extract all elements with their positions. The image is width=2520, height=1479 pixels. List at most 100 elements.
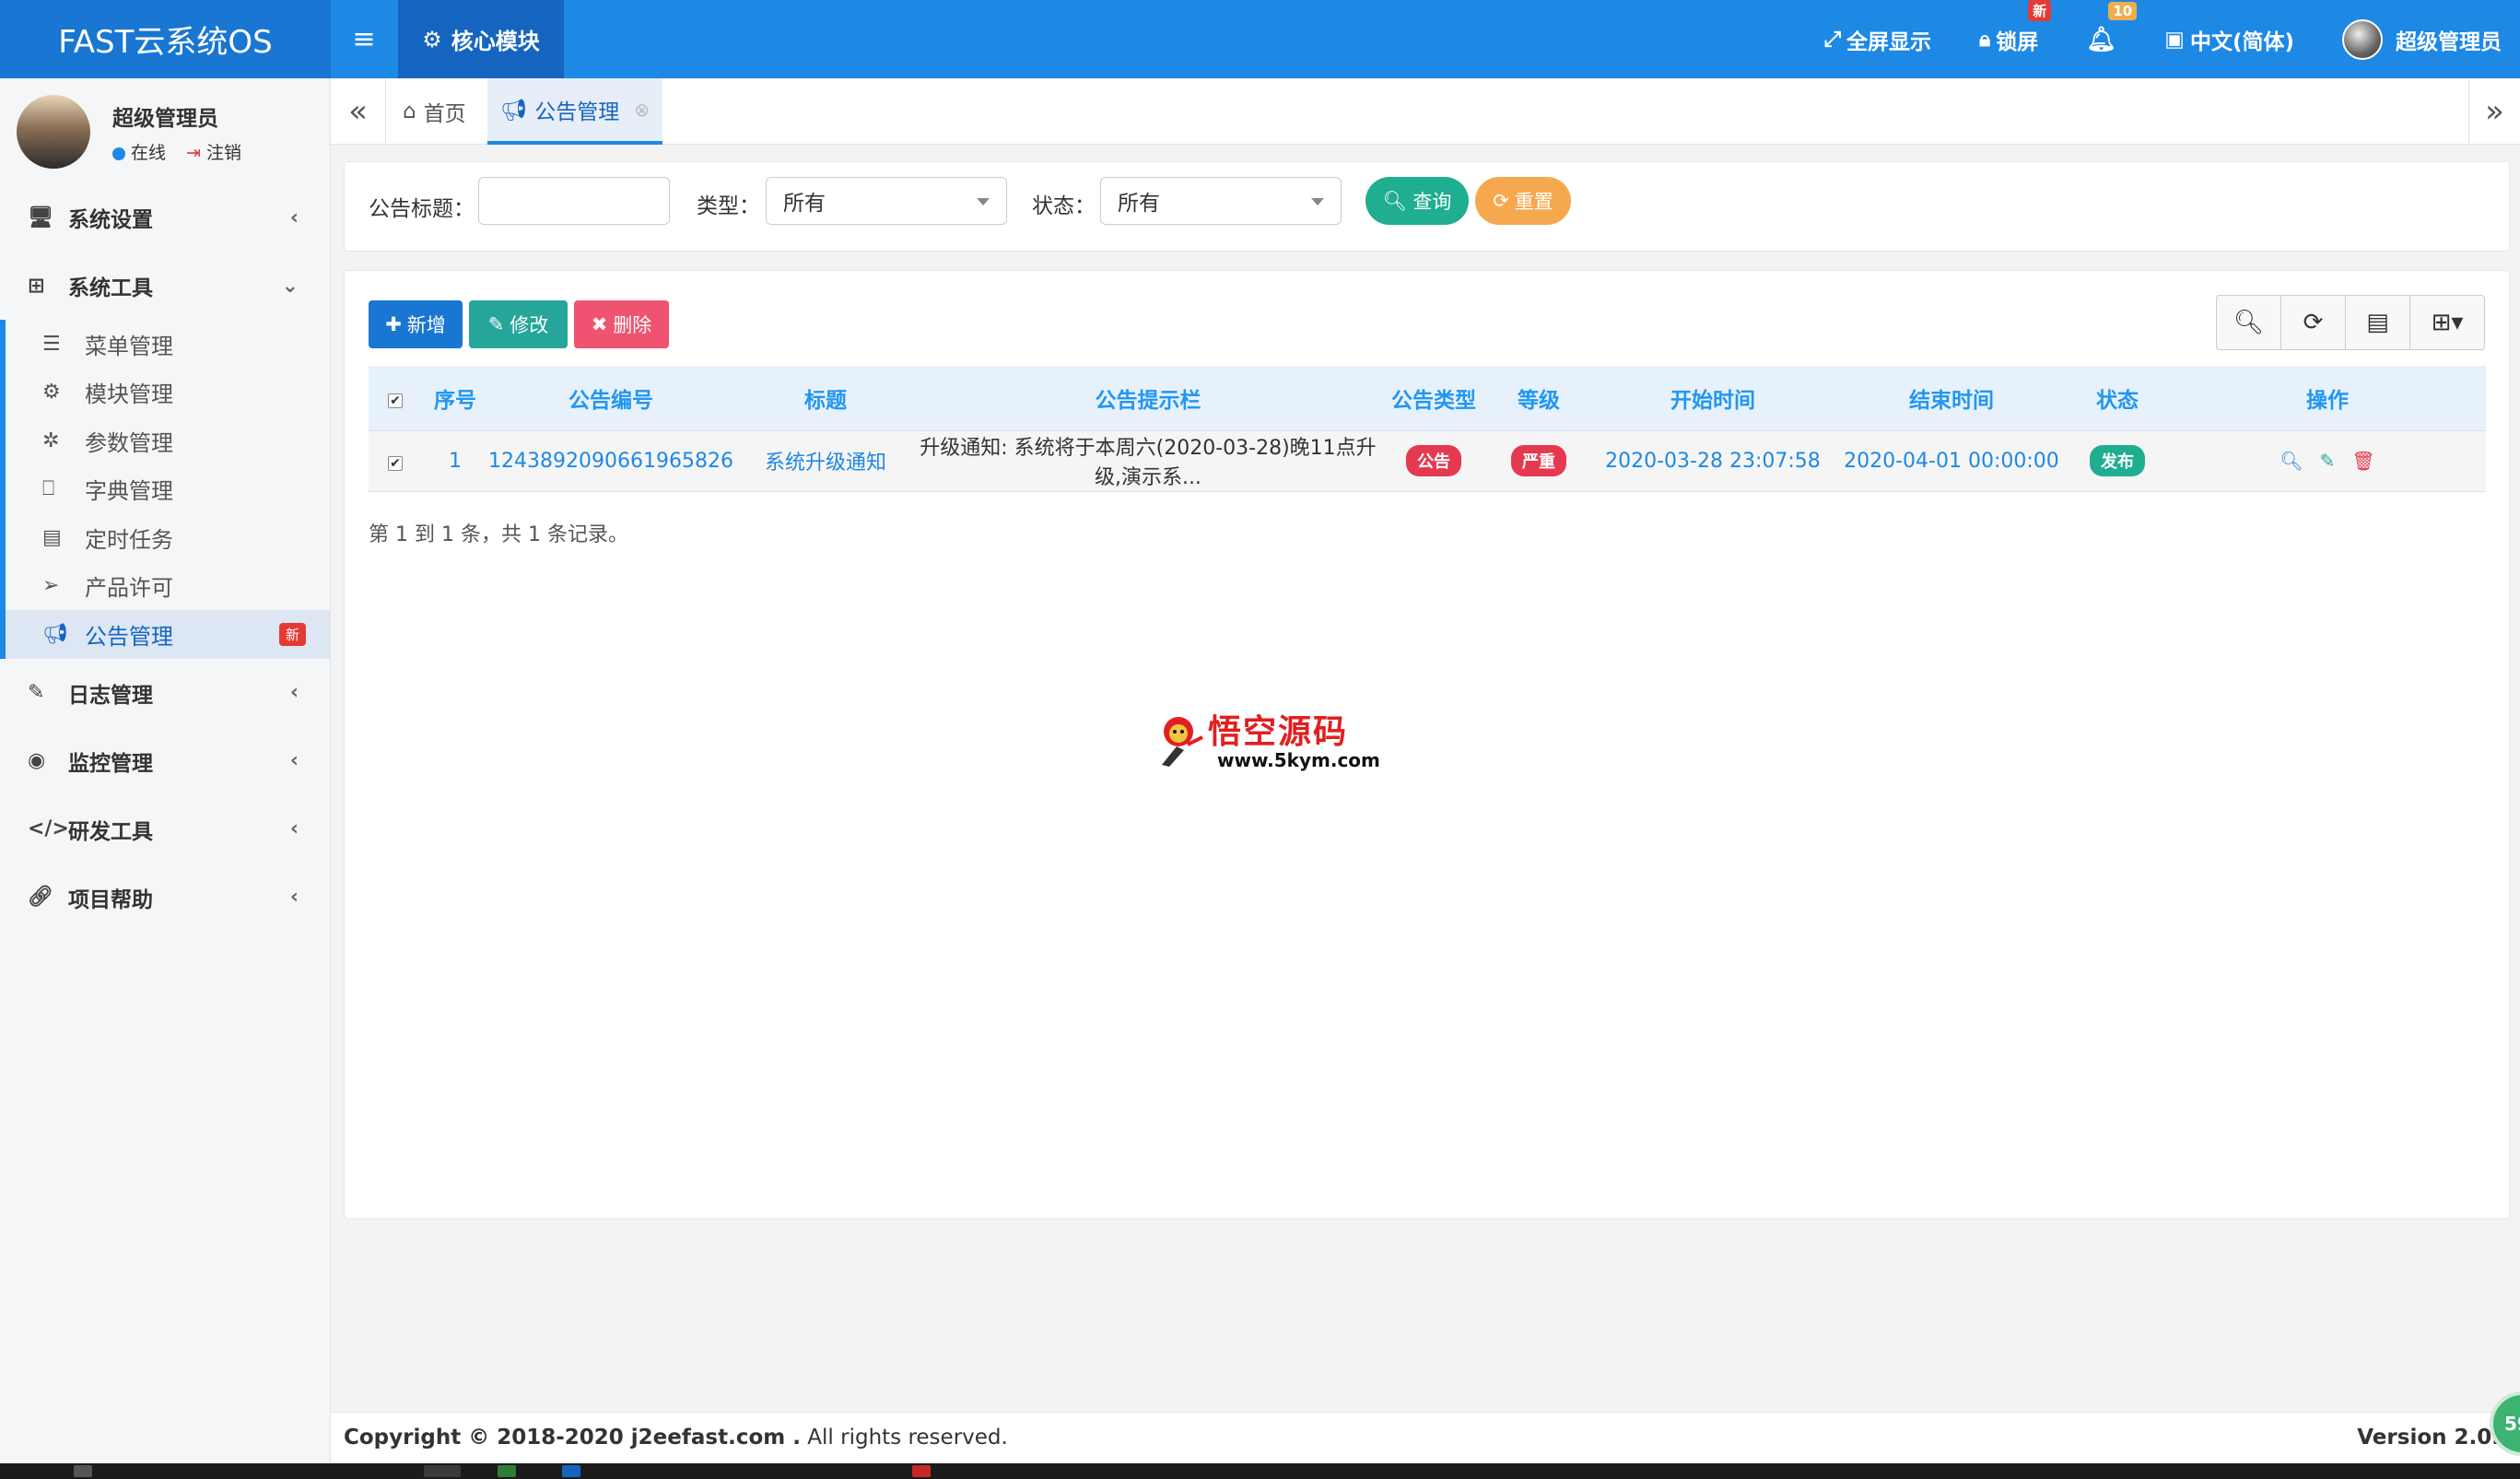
toggle-search-button[interactable]: 🔍︎ <box>2217 296 2281 349</box>
user-panel: 超级管理员 在线 ⇥ 注销 <box>0 78 330 180</box>
notice-title-link[interactable]: 系统升级通知 <box>733 429 918 492</box>
os-taskbar <box>0 1463 2520 1479</box>
user-panel-status: 在线 ⇥ 注销 <box>112 139 241 164</box>
taskbar-app-icon[interactable] <box>912 1465 931 1477</box>
row-select-cell[interactable]: ✔ <box>369 429 422 492</box>
column-header[interactable]: 公告类型 <box>1377 366 1489 430</box>
link-icon: 🔗︎ <box>28 886 53 909</box>
notice-table: ✔ 序号 公告编号 标题 公告提示栏 公告类型 等级 开始时间 结束时间 状态 … <box>369 366 2486 492</box>
search-icon: 🔍︎ <box>1382 189 1408 212</box>
fullscreen-button[interactable]: ⤢ 全屏显示 <box>1824 24 1931 55</box>
sidebar-item-project-help[interactable]: 🔗︎ 项目帮助 ‹ <box>0 863 330 932</box>
columns-button[interactable]: ⊞▾ <box>2410 296 2484 349</box>
sidebar-item-parameter-management[interactable]: ✲ 参数管理 <box>6 417 330 465</box>
menu-toggle-icon[interactable]: ≡ <box>341 0 387 78</box>
sidebar-item-notice-management[interactable]: 📢︎ 公告管理 新 <box>6 610 330 659</box>
user-menu[interactable]: 超级管理员 <box>2342 18 2502 60</box>
table-header-row: ✔ 序号 公告编号 标题 公告提示栏 公告类型 等级 开始时间 结束时间 状态 … <box>369 366 2486 430</box>
column-header[interactable]: 等级 <box>1488 366 1588 430</box>
toggle-view-button[interactable]: ▤ <box>2346 296 2410 349</box>
lock-screen-button[interactable]: 🔒︎ 锁屏 新 <box>1979 0 2052 55</box>
eye-icon: ◉ <box>28 749 46 772</box>
column-header[interactable]: 公告提示栏 <box>917 366 1378 430</box>
gear-icon: ✲ <box>42 428 60 452</box>
title-filter-label: 公告标题： <box>369 197 475 221</box>
language-selector[interactable]: ▣ 中文(简体) <box>2164 24 2294 55</box>
sidebar-item-system-tools[interactable]: ⊞ 系统工具 ⌄ <box>0 252 330 320</box>
sidebar-item-module-management[interactable]: ⚙ 模块管理 <box>6 369 330 417</box>
sign-out-icon: ⇥ <box>186 143 201 163</box>
sidebar-subitem-label: 产品许可 <box>85 575 173 602</box>
sidebar-item-system-settings[interactable]: 🖥︎ 系统设置 ‹ <box>0 183 330 252</box>
bell-icon: 🔔︎ <box>2086 25 2117 53</box>
status-badge: 发布 <box>2089 445 2145 476</box>
query-button[interactable]: 🔍︎ 查询 <box>1365 177 1469 225</box>
language-label: 中文(简体) <box>2189 29 2294 54</box>
taskbar-app-icon[interactable] <box>498 1465 516 1477</box>
row-checkbox[interactable]: ✔ <box>388 455 403 471</box>
expand-icon: ⤢ <box>1823 27 1841 52</box>
column-header[interactable]: 标题 <box>733 366 918 430</box>
start-time-cell: 2020-03-28 23:07:58 <box>1588 429 1837 492</box>
sidebar-item-menu-management[interactable]: ☰ 菜单管理 <box>6 320 330 369</box>
module-tab[interactable]: ⚙ 核心模块 <box>398 0 564 78</box>
tab-home[interactable]: ⌂ 首页 <box>403 78 466 145</box>
select-all-checkbox[interactable]: ✔ <box>388 393 403 408</box>
column-header[interactable]: 开始时间 <box>1588 366 1837 430</box>
copyright: Copyright © 2018-2020 j2eefast.com . All… <box>344 1426 1008 1450</box>
chevron-left-icon: ‹ <box>289 817 299 840</box>
sidebar-subitem-label: 字典管理 <box>85 478 173 505</box>
refresh-icon: ⟳ <box>1493 190 1509 212</box>
sidebar-item-monitor-management[interactable]: ◉ 监控管理 ‹ <box>0 727 330 795</box>
type-filter-label: 类型： <box>697 194 760 218</box>
lock-label: 锁屏 <box>1996 29 2039 54</box>
add-button[interactable]: ✚ 新增 <box>369 300 463 348</box>
sidebar-item-dictionary-management[interactable]: ⎕ 字典管理 <box>6 465 330 514</box>
tabs-scroll-right-icon[interactable]: » <box>2468 78 2520 145</box>
taskbar-app-icon[interactable] <box>562 1465 580 1477</box>
times-icon: ✖ <box>591 313 608 335</box>
notice-type-cell: 公告 <box>1377 429 1489 492</box>
column-header[interactable]: 状态 <box>2065 366 2169 430</box>
app-logo[interactable]: FAST云系统OS <box>0 0 331 78</box>
tab-notice-management[interactable]: 📢︎ 公告管理 ⊗ <box>487 78 662 145</box>
taskbar-app-icon[interactable] <box>424 1465 461 1477</box>
sidebar-item-scheduled-tasks[interactable]: ▤ 定时任务 <box>6 513 330 562</box>
desktop-icon: 🖥︎ <box>28 205 53 229</box>
column-header[interactable]: 公告编号 <box>488 366 733 430</box>
sidebar-item-product-license[interactable]: ➢ 产品许可 <box>6 562 330 611</box>
sidebar-subitem-label: 公告管理 <box>85 623 173 650</box>
view-icon[interactable]: 🔍︎ <box>2280 450 2303 472</box>
chevron-left-icon: ‹ <box>289 886 299 909</box>
cogs-icon: ⚙ <box>42 381 61 405</box>
type-filter-select[interactable]: 所有 <box>766 177 1007 225</box>
reset-button[interactable]: ⟳ 重置 <box>1475 177 1571 225</box>
notification-button[interactable]: 🔔︎ 10 <box>2086 1 2138 53</box>
close-icon[interactable]: ⊗ <box>634 99 650 121</box>
column-header[interactable]: 结束时间 <box>1836 366 2066 430</box>
select-all-header[interactable]: ✔ <box>369 366 422 430</box>
sidebar-item-label: 日志管理 <box>68 683 153 708</box>
online-dot-icon <box>112 147 125 160</box>
bullhorn-icon: 📢︎ <box>42 622 68 646</box>
online-status: 在线 <box>112 139 166 164</box>
version-label: Version 2.0. <box>2357 1426 2500 1450</box>
tabs-scroll-left-icon[interactable]: « <box>331 78 386 145</box>
sidebar-item-dev-tools[interactable]: </> 研发工具 ‹ <box>0 795 330 863</box>
taskbar-app-icon[interactable] <box>74 1465 92 1477</box>
refresh-button[interactable]: ⟳ <box>2281 296 2346 349</box>
title-filter-input[interactable] <box>478 177 670 225</box>
delete-button[interactable]: ✖ 删除 <box>574 300 669 348</box>
avatar <box>2342 18 2383 60</box>
table-row[interactable]: ✔ 1 1243892090661965826 系统升级通知 升级通知: 系统将… <box>369 429 2486 492</box>
logout-link[interactable]: ⇥ 注销 <box>186 139 241 164</box>
edit-icon: ✎ <box>487 313 505 335</box>
column-header[interactable]: 序号 <box>422 366 488 430</box>
edit-button[interactable]: ✎ 修改 <box>469 300 568 348</box>
trash-icon[interactable]: 🗑︎ <box>2351 450 2374 472</box>
user-avatar <box>17 95 90 169</box>
edit-icon[interactable]: ✎ <box>2320 450 2336 472</box>
sidebar-item-log-management[interactable]: ✎ 日志管理 ‹ <box>0 659 330 727</box>
edit-icon: ✎ <box>28 681 45 704</box>
status-filter-select[interactable]: 所有 <box>1100 177 1342 225</box>
